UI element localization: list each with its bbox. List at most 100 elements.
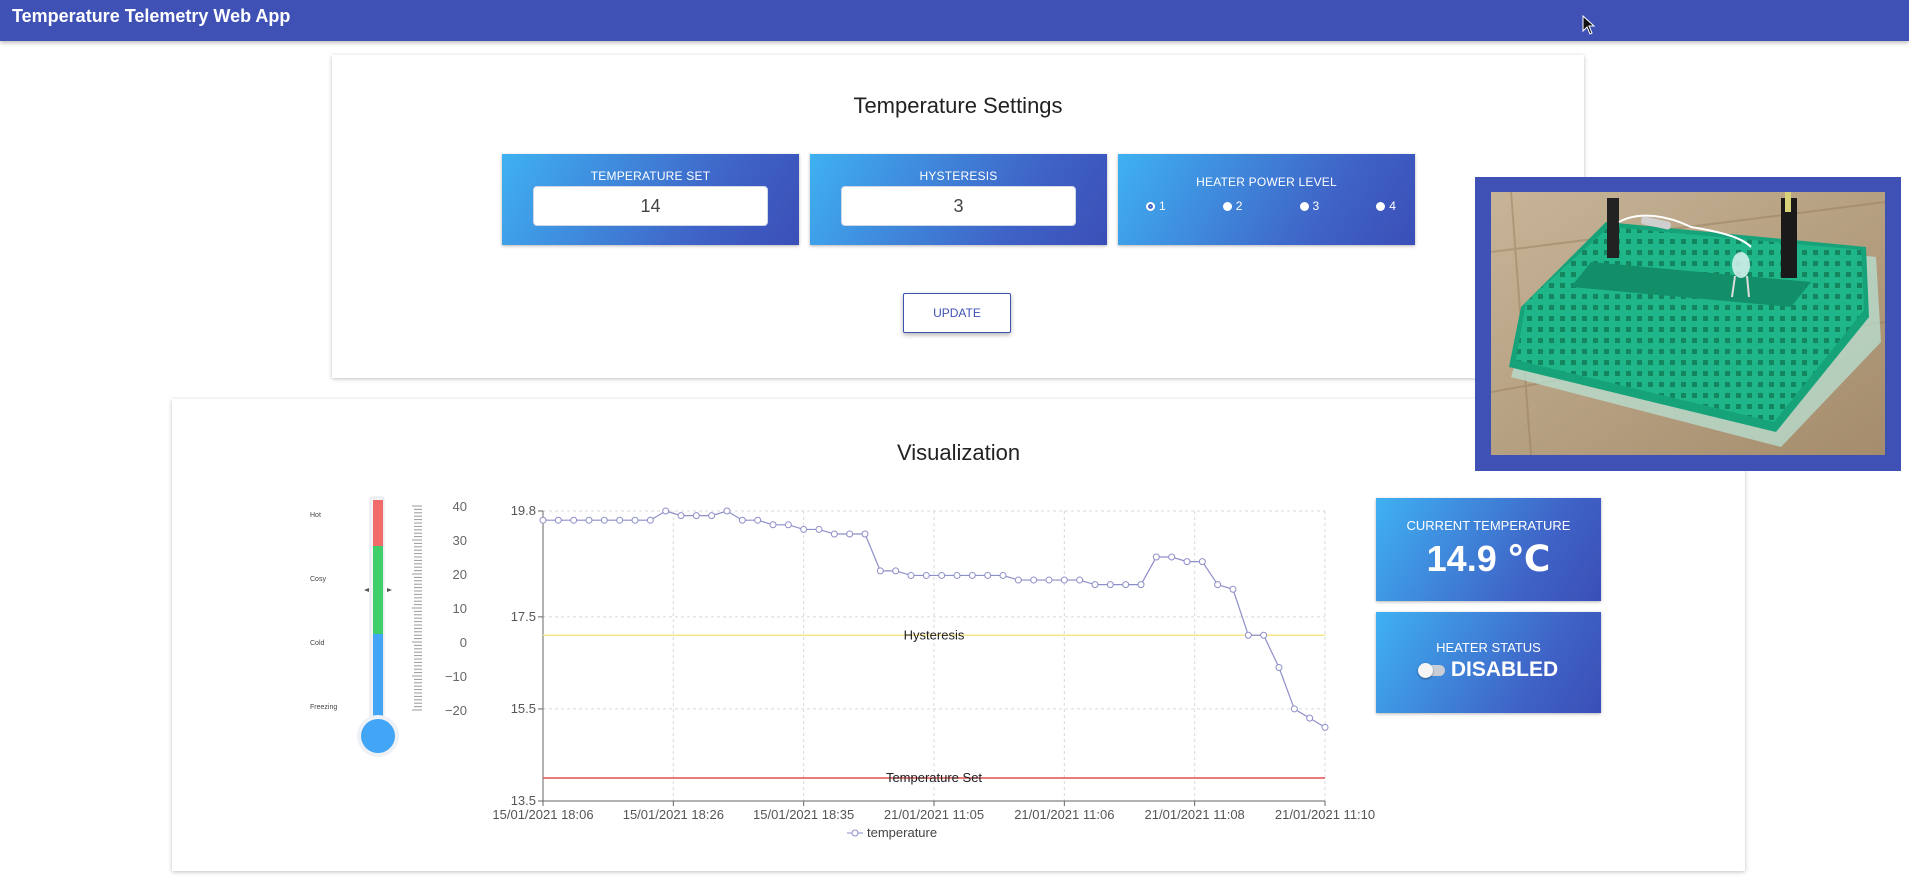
y-tick-label: 15.5 [511, 701, 536, 716]
data-point [662, 507, 670, 515]
data-point [738, 516, 746, 524]
zone-label-hot: Hot [310, 512, 321, 519]
data-point [570, 516, 578, 524]
data-point [876, 567, 884, 575]
data-point [600, 516, 608, 524]
data-point [1244, 631, 1252, 639]
data-point [1137, 581, 1145, 589]
scale-tick-label: −10 [445, 669, 467, 684]
data-point [984, 571, 992, 579]
update-button[interactable]: UPDATE [903, 293, 1011, 333]
data-point [769, 521, 777, 529]
cosy-zone-bar [373, 546, 383, 634]
app-title: Temperature Telemetry Web App [12, 6, 291, 26]
camera-feed-image [1491, 192, 1885, 455]
data-point [1260, 631, 1268, 639]
data-point [1214, 581, 1222, 589]
data-point [922, 571, 930, 579]
breadboard-photo [1491, 192, 1885, 455]
heater-power-label: HEATER POWER LEVEL [1196, 175, 1337, 189]
data-point [892, 567, 900, 575]
thermometer-bulb [361, 719, 395, 753]
current-temperature-panel: CURRENT TEMPERATURE 14.9 ℃ [1376, 498, 1601, 601]
data-point [1152, 553, 1160, 561]
scale-tick-label: −20 [445, 703, 467, 718]
data-point [1106, 581, 1114, 589]
heater-status-row: DISABLED [1376, 658, 1601, 682]
data-point [677, 512, 685, 520]
data-point [554, 516, 562, 524]
data-point [1030, 576, 1038, 584]
scale-tick-label: 20 [453, 567, 467, 582]
temperature-line-chart: 19.8 17.5 15.5 13.515/01/2021 18:06 15/01/20… [492, 503, 1375, 840]
radio-icon[interactable] [1376, 201, 1386, 211]
data-point [585, 516, 593, 524]
mouse-cursor-icon [1582, 15, 1596, 35]
scale-tick-label: 10 [453, 601, 467, 616]
data-point [846, 530, 854, 538]
data-point [1076, 576, 1084, 584]
zone-label-freezing: Freezing [310, 704, 337, 711]
x-tick-label: 15/01/2021 18:26 [623, 807, 724, 822]
toggle-knob-icon[interactable] [1417, 662, 1433, 678]
current-temperature-label: CURRENT TEMPERATURE [1406, 518, 1571, 533]
x-tick-label: 15/01/2021 18:06 [492, 807, 593, 822]
cold-zone-bar [373, 634, 383, 729]
hysteresis-label: HYSTERESIS [919, 169, 998, 183]
hysteresis-input[interactable] [841, 186, 1076, 226]
heater-power-radio-group: 1 2 3 4 [1146, 199, 1396, 213]
radio-selected-icon[interactable] [1146, 201, 1155, 211]
data-point [938, 571, 946, 579]
x-tick-label: 21/01/2021 11:10 [1275, 807, 1375, 822]
thermometer-gauge: Hot Cosy Cold Freezing 40 30 20 10 0 −10… [310, 496, 467, 757]
data-point [907, 571, 915, 579]
heater-power-option-3[interactable]: 3 [1299, 199, 1319, 213]
temperature-set-input[interactable] [533, 186, 768, 226]
data-point [1183, 558, 1191, 566]
data-point [1198, 558, 1206, 566]
radio-icon[interactable] [1222, 201, 1232, 211]
hysteresis-panel: HYSTERESIS [810, 154, 1107, 245]
data-point [754, 516, 762, 524]
x-tick-label: 21/01/2021 11:05 [884, 807, 984, 822]
data-point [784, 521, 792, 529]
heater-power-option-2[interactable]: 2 [1222, 199, 1242, 213]
settings-title: Temperature Settings [853, 93, 1063, 118]
data-point [953, 571, 961, 579]
heater-power-option-1[interactable]: 1 [1146, 199, 1166, 213]
data-point [1275, 664, 1283, 672]
data-point [800, 525, 808, 533]
heater-status-label: HEATER STATUS [1436, 640, 1541, 655]
data-point [1306, 714, 1314, 722]
temperature-set-label: TEMPERATURE SET [590, 169, 711, 183]
scale-tick-label: 30 [453, 533, 467, 548]
data-point [723, 507, 731, 515]
x-tick-label: 15/01/2021 18:35 [753, 807, 854, 822]
temperature-set-panel: TEMPERATURE SET [502, 154, 799, 245]
data-point [1122, 581, 1130, 589]
legend-marker-icon [851, 829, 859, 837]
data-point [1229, 585, 1237, 593]
heater-power-option-4[interactable]: 4 [1376, 199, 1396, 213]
app-bar: Temperature Telemetry Web App [0, 0, 1909, 41]
hot-zone-bar [373, 500, 383, 546]
data-point [1014, 576, 1022, 584]
data-point [861, 530, 869, 538]
data-point [1321, 723, 1329, 731]
current-temperature-value: 14.9 ℃ [1426, 538, 1551, 579]
data-point [616, 516, 624, 524]
heater-toggle-switch[interactable] [1417, 662, 1445, 678]
data-point [815, 525, 823, 533]
radio-icon[interactable] [1299, 201, 1309, 211]
data-point [708, 512, 716, 520]
thermometer-scale-ticks [412, 505, 422, 711]
data-point [1290, 705, 1298, 713]
data-point [631, 516, 639, 524]
data-point [1045, 576, 1053, 584]
data-point [1168, 553, 1176, 561]
scale-tick-label: 40 [453, 499, 467, 514]
data-point [646, 516, 654, 524]
reference-line-label: Hysteresis [904, 627, 965, 642]
heater-status-value: DISABLED [1450, 658, 1559, 681]
zone-label-cold: Cold [310, 640, 325, 647]
